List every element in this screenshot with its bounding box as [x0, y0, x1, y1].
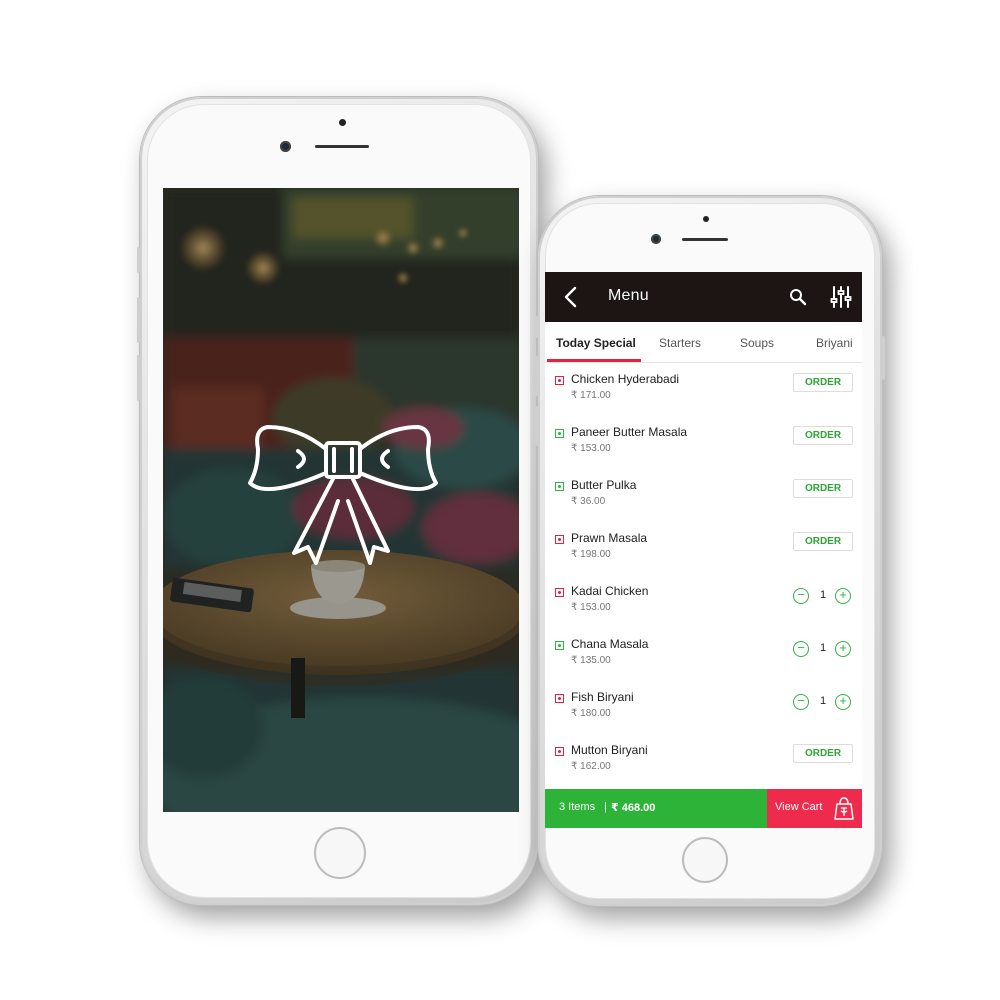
- cart-separator: |: [604, 801, 607, 813]
- volume-up-button: [535, 356, 538, 396]
- item-name: Kadai Chicken: [571, 584, 649, 598]
- item-name: Prawn Masala: [571, 531, 648, 545]
- menu-item: Mutton Biryani ₹ 162.00 ORDER: [545, 734, 862, 787]
- menu-screen: Menu Today Special Starters Soups Briyan…: [545, 272, 862, 828]
- menu-item: Paneer Butter Masala ₹ 153.00 ORDER: [545, 416, 862, 469]
- tab-briyani[interactable]: Briyani: [816, 336, 853, 350]
- bow-icon: [248, 425, 438, 565]
- back-arrow-icon[interactable]: [561, 285, 581, 309]
- item-name: Fish Biryani: [571, 690, 634, 704]
- plus-icon[interactable]: +: [835, 694, 851, 710]
- quantity-stepper: − 1 +: [791, 694, 855, 712]
- item-price: ₹ 36.00: [571, 496, 606, 507]
- volume-up-button: [137, 297, 140, 343]
- item-price: ₹ 198.00: [571, 549, 611, 560]
- category-tabs: Today Special Starters Soups Briyani: [545, 322, 862, 363]
- front-camera: [651, 234, 661, 244]
- cart-total: ₹ 468.00: [611, 802, 656, 814]
- search-icon[interactable]: [789, 288, 807, 306]
- order-button[interactable]: ORDER: [793, 744, 853, 763]
- menu-item: Fish Biryani ₹ 180.00 − 1 +: [545, 681, 862, 734]
- item-price: ₹ 153.00: [571, 602, 611, 613]
- minus-icon[interactable]: −: [793, 641, 809, 657]
- item-price: ₹ 135.00: [571, 655, 611, 666]
- veg-marker-icon: [555, 429, 564, 438]
- tab-starters[interactable]: Starters: [659, 336, 701, 350]
- item-price: ₹ 171.00: [571, 390, 611, 401]
- order-button[interactable]: ORDER: [793, 426, 853, 445]
- active-tab-indicator: [547, 359, 641, 362]
- veg-marker-icon: [555, 482, 564, 491]
- veg-marker-icon: [555, 641, 564, 650]
- cart-summary: 3 Items | ₹ 468.00: [545, 789, 767, 828]
- menu-item: Prawn Masala ₹ 198.00 ORDER: [545, 522, 862, 575]
- splash-screen: [163, 188, 519, 812]
- earpiece-speaker: [315, 145, 369, 148]
- filter-icon[interactable]: [830, 285, 852, 309]
- nonveg-marker-icon: [555, 588, 564, 597]
- nonveg-marker-icon: [555, 747, 564, 756]
- order-button[interactable]: ORDER: [793, 479, 853, 498]
- nonveg-marker-icon: [555, 376, 564, 385]
- minus-icon[interactable]: −: [793, 588, 809, 604]
- mute-switch: [137, 247, 140, 273]
- shopping-bag-icon: [834, 797, 854, 820]
- menu-item: Butter Pulka ₹ 36.00 ORDER: [545, 469, 862, 522]
- quantity-stepper: − 1 +: [791, 641, 855, 659]
- volume-down-button: [535, 406, 538, 446]
- proximity-sensor: [339, 119, 346, 126]
- view-cart-button[interactable]: View Cart: [767, 789, 862, 828]
- power-button: [882, 336, 885, 380]
- proximity-sensor: [703, 216, 709, 222]
- quantity-value: 1: [819, 589, 827, 601]
- mute-switch: [535, 316, 538, 338]
- menu-item: Chicken Hyderabadi ₹ 171.00 ORDER: [545, 363, 862, 416]
- home-button[interactable]: [682, 837, 728, 883]
- item-name: Mutton Biryani: [571, 743, 648, 757]
- order-button[interactable]: ORDER: [793, 373, 853, 392]
- quantity-value: 1: [819, 695, 827, 707]
- cart-item-count: 3 Items: [559, 801, 596, 813]
- home-button[interactable]: [314, 827, 366, 879]
- item-price: ₹ 162.00: [571, 761, 611, 772]
- minus-icon[interactable]: −: [793, 694, 809, 710]
- plus-icon[interactable]: +: [835, 588, 851, 604]
- menu-item: Kadai Chicken ₹ 153.00 − 1 +: [545, 575, 862, 628]
- item-price: ₹ 153.00: [571, 443, 611, 454]
- item-name: Chana Masala: [571, 637, 649, 651]
- quantity-value: 1: [819, 642, 827, 654]
- menu-item: Chana Masala ₹ 135.00 − 1 +: [545, 628, 862, 681]
- app-bar: Menu: [545, 272, 862, 322]
- page-title: Menu: [608, 287, 649, 304]
- item-price: ₹ 180.00: [571, 708, 611, 719]
- view-cart-label: View Cart: [775, 801, 823, 813]
- item-name: Butter Pulka: [571, 478, 637, 492]
- cart-bar: 3 Items | ₹ 468.00 View Cart: [545, 789, 862, 828]
- tab-soups[interactable]: Soups: [740, 336, 774, 350]
- tab-today-special[interactable]: Today Special: [556, 336, 636, 350]
- nonveg-marker-icon: [555, 535, 564, 544]
- item-name: Chicken Hyderabadi: [571, 372, 680, 386]
- volume-down-button: [137, 355, 140, 401]
- plus-icon[interactable]: +: [835, 641, 851, 657]
- front-camera: [280, 141, 291, 152]
- quantity-stepper: − 1 +: [791, 588, 855, 606]
- earpiece-speaker: [682, 238, 728, 241]
- nonveg-marker-icon: [555, 694, 564, 703]
- order-button[interactable]: ORDER: [793, 532, 853, 551]
- item-name: Paneer Butter Masala: [571, 425, 688, 439]
